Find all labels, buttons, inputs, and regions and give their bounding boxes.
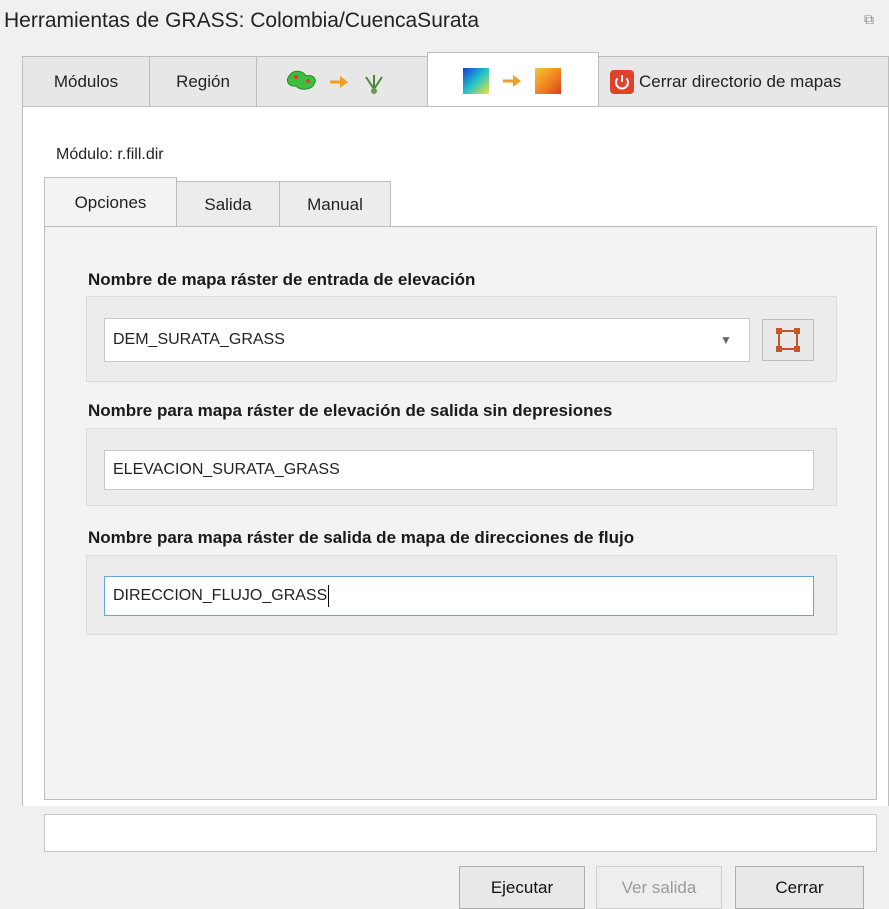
output-elevation-field[interactable]: ELEVACION_SURATA_GRASS (104, 450, 814, 490)
tab-manual-label: Manual (307, 194, 363, 214)
flow-direction-field[interactable]: DIRECCION_FLUJO_GRASS (104, 576, 814, 616)
window-title: Herramientas de GRASS: Colombia/CuencaSu… (4, 9, 480, 32)
tab-opciones[interactable]: Opciones (44, 177, 177, 227)
output-elevation-label: Nombre para mapa ráster de elevación de … (88, 401, 613, 420)
run-button[interactable]: Ejecutar (459, 866, 585, 909)
flow-direction-label: Nombre para mapa ráster de salida de map… (88, 528, 635, 547)
output-elevation-value: ELEVACION_SURATA_GRASS (113, 461, 340, 478)
flow-direction-value: DIRECCION_FLUJO_GRASS (113, 587, 328, 604)
power-icon (610, 69, 634, 94)
tab-modulos-label: Módulos (53, 71, 119, 91)
chevron-down-icon[interactable]: ▼ (714, 329, 738, 351)
run-button-label: Ejecutar (490, 877, 554, 897)
close-mapset-label: Cerrar directorio de mapas (639, 71, 842, 91)
tab-region-label: Región (176, 71, 230, 91)
tab-raster-tools[interactable] (427, 52, 599, 108)
close-button[interactable]: Cerrar (735, 866, 864, 909)
vector-to-network-icon (287, 70, 383, 94)
select-from-canvas-button[interactable] (762, 319, 814, 361)
tab-region[interactable]: Región (149, 56, 257, 106)
tab-opciones-label: Opciones (74, 192, 147, 212)
close-button-label: Cerrar (775, 877, 824, 897)
input-elevation-value: DEM_SURATA_GRASS (113, 331, 285, 348)
input-elevation-label: Nombre de mapa ráster de entrada de elev… (88, 270, 476, 289)
raster-to-raster-icon (463, 67, 561, 94)
command-output-field[interactable] (44, 814, 877, 852)
tab-salida[interactable]: Salida (176, 181, 280, 227)
view-output-button-label: Ver salida (621, 877, 697, 897)
tab-vector-tools[interactable] (256, 56, 428, 106)
module-name: Módulo: r.fill.dir (56, 146, 164, 163)
close-mapset-button[interactable]: Cerrar directorio de mapas (598, 56, 889, 106)
restore-icon[interactable]: ⧉ (860, 10, 878, 28)
tab-manual[interactable]: Manual (279, 181, 391, 227)
text-cursor (328, 585, 330, 607)
select-extent-icon (776, 328, 800, 352)
tab-salida-label: Salida (204, 194, 252, 214)
tab-modulos[interactable]: Módulos (22, 56, 150, 106)
view-output-button[interactable]: Ver salida (596, 866, 722, 909)
input-elevation-select[interactable]: DEM_SURATA_GRASS (104, 318, 750, 362)
